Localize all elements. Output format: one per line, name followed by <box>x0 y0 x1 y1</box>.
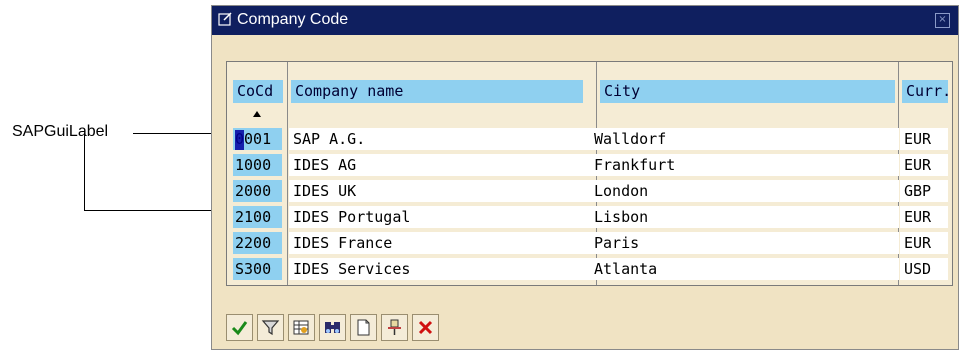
cell-currency[interactable]: EUR <box>900 206 948 228</box>
table-row[interactable]: 1000 IDES AG Frankfurt EUR <box>227 152 952 178</box>
check-icon[interactable] <box>226 314 253 341</box>
table-row[interactable]: 2000 IDES UK London GBP <box>227 178 952 204</box>
column-header-city[interactable]: City <box>600 80 895 103</box>
cell-cocd[interactable]: 2100 <box>233 206 282 228</box>
company-code-table: CoCd Company name City Curr. 0001 SAP A.… <box>226 61 953 286</box>
cell-cocd[interactable]: S300 <box>233 258 282 280</box>
cell-city[interactable]: Lisbon <box>590 206 899 228</box>
filter-icon[interactable] <box>257 314 284 341</box>
dialog-title: Company Code <box>237 11 349 28</box>
new-page-icon[interactable] <box>350 314 377 341</box>
table-row[interactable]: 2100 IDES Portugal Lisbon EUR <box>227 204 952 230</box>
cell-company-name[interactable]: SAP A.G. <box>289 128 591 150</box>
cell-currency[interactable]: EUR <box>900 154 948 176</box>
cell-company-name[interactable]: IDES France <box>289 232 591 254</box>
cell-city[interactable]: London <box>590 180 899 202</box>
callout-label: SAPGuiLabel <box>12 123 109 140</box>
table-row[interactable]: 2200 IDES France Paris EUR <box>227 230 952 256</box>
text-cursor <box>235 130 244 150</box>
company-code-dialog: Company Code × CoCd Company name City Cu… <box>211 5 959 350</box>
column-header-company-name[interactable]: Company name <box>291 80 583 103</box>
cell-cocd[interactable]: 2000 <box>233 180 282 202</box>
cell-company-name[interactable]: IDES UK <box>289 180 591 202</box>
cell-city[interactable]: Atlanta <box>590 258 899 280</box>
cell-currency[interactable]: GBP <box>900 180 948 202</box>
column-header-cocd[interactable]: CoCd <box>233 80 283 103</box>
dialog-titlebar: Company Code × <box>212 6 958 35</box>
cell-company-name[interactable]: IDES AG <box>289 154 591 176</box>
table-row[interactable]: 0001 SAP A.G. Walldorf EUR <box>227 126 952 152</box>
sort-ascending-icon <box>253 111 261 117</box>
cell-company-name[interactable]: IDES Portugal <box>289 206 591 228</box>
cell-city[interactable]: Paris <box>590 232 899 254</box>
cancel-icon[interactable] <box>412 314 439 341</box>
cell-currency[interactable]: EUR <box>900 128 948 150</box>
cell-cocd[interactable]: 1000 <box>233 154 282 176</box>
cell-currency[interactable]: USD <box>900 258 948 280</box>
cell-city[interactable]: Walldorf <box>590 128 899 150</box>
new-entries-icon[interactable] <box>288 314 315 341</box>
close-icon[interactable]: × <box>935 13 950 28</box>
cell-city[interactable]: Frankfurt <box>590 154 899 176</box>
find-icon[interactable] <box>319 314 346 341</box>
column-header-currency[interactable]: Curr. <box>902 80 951 103</box>
table-row[interactable]: S300 IDES Services Atlanta USD <box>227 256 952 282</box>
cell-cocd[interactable]: 2200 <box>233 232 282 254</box>
cell-company-name[interactable]: IDES Services <box>289 258 591 280</box>
dialog-window-icon <box>218 12 232 26</box>
cell-currency[interactable]: EUR <box>900 232 948 254</box>
pin-icon[interactable] <box>381 314 408 341</box>
callout-line-vertical <box>84 133 85 211</box>
